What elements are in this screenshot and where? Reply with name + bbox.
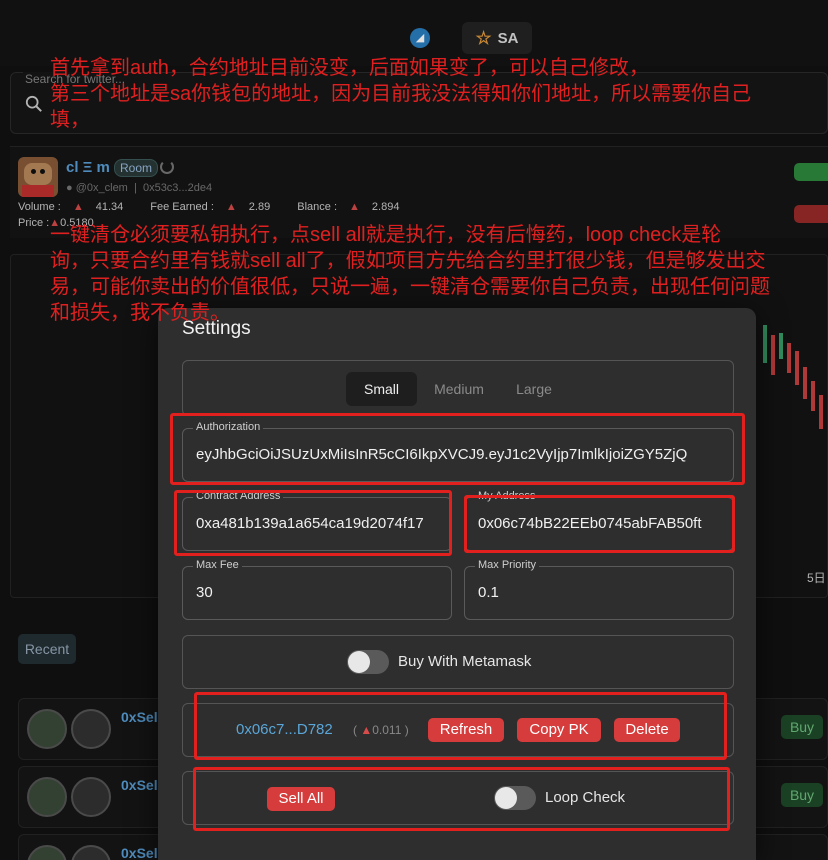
size-option-medium[interactable]: Medium — [423, 372, 495, 406]
annotation-box-account — [194, 692, 727, 760]
annotation-note-1: 首先拿到auth，合约地址目前没变，后面如果变了，可以自己修改， 第三个地址是s… — [50, 57, 752, 131]
annotation-box-authorization — [170, 413, 745, 485]
metamask-section: Buy With Metamask — [182, 635, 734, 689]
max-priority-label: Max Priority — [475, 559, 540, 571]
max-fee-field[interactable]: Max Fee 30 — [182, 559, 452, 620]
max-priority-field[interactable]: Max Priority 0.1 — [464, 559, 734, 620]
annotation-box-sell — [193, 767, 730, 831]
annotation-note-2: 一键清仓必须要私钥执行，点sell all就是执行，没有后悔药，loop che… — [50, 224, 770, 324]
size-option-small[interactable]: Small — [346, 372, 417, 406]
max-priority-input[interactable]: 0.1 — [478, 584, 727, 601]
annotation-box-my-address — [464, 495, 735, 553]
metamask-label: Buy With Metamask — [398, 653, 532, 670]
metamask-toggle[interactable] — [347, 650, 389, 674]
max-fee-label: Max Fee — [193, 559, 242, 571]
max-fee-input[interactable]: 30 — [196, 584, 445, 601]
annotation-box-contract — [174, 490, 452, 556]
size-option-large[interactable]: Large — [501, 372, 567, 406]
size-selector: Small Medium Large — [182, 360, 734, 416]
